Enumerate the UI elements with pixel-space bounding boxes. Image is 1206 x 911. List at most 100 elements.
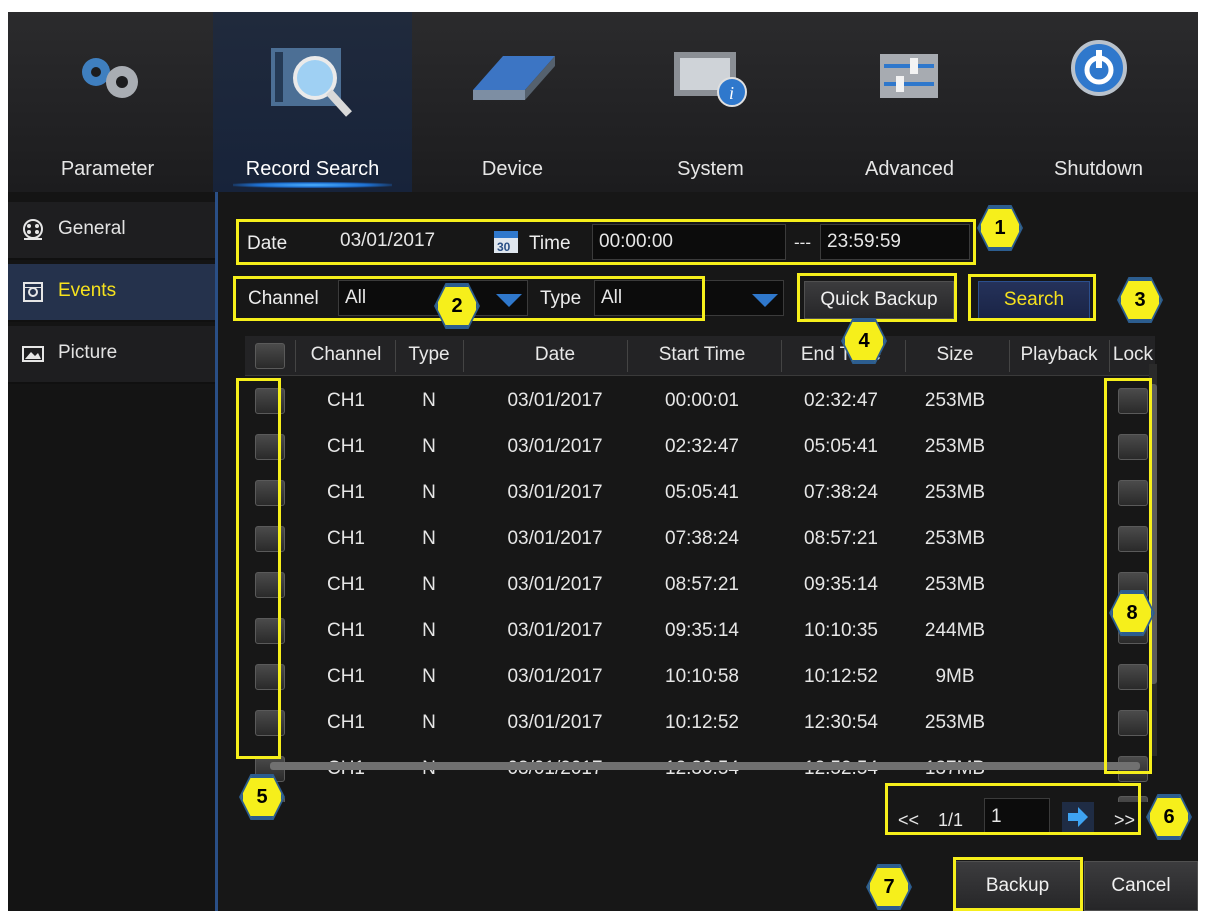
cell-size: 9MB bbox=[935, 666, 975, 687]
highlight-box-lock-column bbox=[1104, 378, 1152, 774]
cell-type: N bbox=[422, 528, 436, 549]
header-date[interactable]: Date bbox=[465, 344, 645, 366]
column-divider bbox=[395, 340, 396, 372]
playback-cell[interactable] bbox=[1009, 566, 1109, 604]
column-divider bbox=[463, 340, 464, 372]
sidebar-item-general[interactable]: General bbox=[8, 202, 218, 260]
tab-device[interactable]: Device bbox=[413, 12, 612, 192]
sidebar-item-events[interactable]: Events bbox=[8, 264, 218, 322]
header-size[interactable]: Size bbox=[905, 344, 1005, 366]
playback-cell[interactable] bbox=[1009, 428, 1109, 466]
cell-start-time: 07:38:24 bbox=[665, 528, 739, 549]
header-channel[interactable]: Channel bbox=[299, 344, 393, 366]
cell-end-time: 08:57:21 bbox=[804, 528, 878, 549]
cell-type: N bbox=[422, 436, 436, 457]
film-reel-icon bbox=[23, 219, 43, 240]
sliders-icon bbox=[879, 54, 938, 98]
cell-size: 253MB bbox=[924, 712, 986, 733]
table-row[interactable]: CH1 N 03/01/2017 10:10:58 10:12:52 9MB bbox=[245, 654, 1155, 700]
power-icon bbox=[1070, 40, 1127, 96]
header-playback[interactable]: Playback bbox=[1009, 344, 1109, 366]
cell-start-time: 09:35:14 bbox=[665, 620, 739, 641]
tab-advanced[interactable]: Advanced bbox=[810, 12, 1009, 192]
cell-end-time: 02:32:47 bbox=[804, 390, 878, 411]
table-header: Channel Type Date Start Time End Time Si… bbox=[245, 336, 1155, 376]
cell-start-time: 00:00:01 bbox=[665, 390, 739, 411]
header-type[interactable]: Type bbox=[397, 344, 461, 366]
playback-cell[interactable] bbox=[1009, 658, 1109, 696]
table-row[interactable]: CH1 N 03/01/2017 02:32:47 05:05:41 253MB bbox=[245, 424, 1155, 470]
tab-label: Parameter bbox=[60, 158, 155, 180]
cell-channel: CH1 bbox=[326, 666, 365, 687]
cell-start-time: 10:12:52 bbox=[665, 712, 739, 733]
picture-icon bbox=[22, 346, 44, 362]
cell-date: 03/01/2017 bbox=[507, 482, 603, 503]
cell-end-time: 07:38:24 bbox=[804, 482, 878, 503]
table-row[interactable]: CH1 N 03/01/2017 10:12:52 12:30:54 253MB bbox=[245, 700, 1155, 746]
cell-start-time: 10:10:58 bbox=[665, 666, 739, 687]
select-all-checkbox[interactable] bbox=[255, 343, 285, 369]
top-navigation: Parameter Record Search Device i System … bbox=[8, 12, 1198, 192]
gears-icon bbox=[81, 58, 138, 98]
tab-label: Advanced bbox=[865, 158, 954, 180]
tab-label: Record Search bbox=[245, 158, 380, 180]
sidebar-item-label: General bbox=[58, 218, 126, 239]
header-lock[interactable]: Lock bbox=[1111, 344, 1155, 366]
cell-date: 03/01/2017 bbox=[507, 574, 603, 595]
tab-label: Shutdown bbox=[1054, 158, 1143, 180]
cell-channel: CH1 bbox=[326, 574, 365, 595]
tab-label: Device bbox=[481, 158, 544, 180]
cell-date: 03/01/2017 bbox=[507, 390, 603, 411]
chevron-down-icon[interactable] bbox=[752, 294, 778, 307]
hard-drive-icon bbox=[472, 56, 555, 100]
table-row[interactable]: CH1 N 03/01/2017 08:57:21 09:35:14 253MB bbox=[245, 562, 1155, 608]
cell-size: 253MB bbox=[924, 574, 986, 595]
cell-end-time: 09:35:14 bbox=[804, 574, 878, 595]
cell-size: 253MB bbox=[924, 390, 986, 411]
cell-channel: CH1 bbox=[326, 620, 365, 641]
tab-parameter[interactable]: Parameter bbox=[8, 12, 207, 192]
tab-shutdown[interactable]: Shutdown bbox=[999, 12, 1198, 192]
cell-channel: CH1 bbox=[326, 390, 365, 411]
cancel-button[interactable]: Cancel bbox=[1084, 861, 1198, 911]
highlight-box-checkbox-column bbox=[236, 378, 281, 759]
cell-channel: CH1 bbox=[326, 712, 365, 733]
sidebar: General Events Picture bbox=[8, 192, 218, 911]
cell-date: 03/01/2017 bbox=[507, 666, 603, 687]
table-row[interactable]: CH1 N 03/01/2017 07:38:24 08:57:21 253MB bbox=[245, 516, 1155, 562]
events-table: Channel Type Date Start Time End Time Si… bbox=[245, 336, 1155, 802]
highlight-box-date-time bbox=[236, 219, 976, 265]
cell-date: 03/01/2017 bbox=[507, 620, 603, 641]
sidebar-item-label: Picture bbox=[58, 342, 118, 363]
horizontal-scrollbar[interactable] bbox=[270, 762, 1140, 770]
cell-size: 253MB bbox=[924, 482, 986, 503]
column-divider bbox=[295, 340, 296, 372]
tab-system[interactable]: i System bbox=[611, 12, 810, 192]
cell-end-time: 05:05:41 bbox=[804, 436, 878, 457]
cell-start-time: 02:32:47 bbox=[665, 436, 739, 457]
cell-type: N bbox=[422, 620, 436, 641]
cell-size: 253MB bbox=[924, 436, 986, 457]
dvr-window: Parameter Record Search Device i System … bbox=[8, 12, 1198, 911]
tab-record-search[interactable]: Record Search bbox=[213, 12, 412, 192]
cell-date: 03/01/2017 bbox=[507, 436, 603, 457]
cell-type: N bbox=[422, 666, 436, 687]
cell-start-time: 05:05:41 bbox=[665, 482, 739, 503]
cell-channel: CH1 bbox=[326, 436, 365, 457]
playback-cell[interactable] bbox=[1009, 382, 1109, 420]
sidebar-item-label: Events bbox=[58, 280, 117, 301]
highlight-box-search bbox=[968, 274, 1096, 321]
highlight-box-backup bbox=[953, 857, 1083, 911]
playback-cell[interactable] bbox=[1009, 520, 1109, 558]
header-start-time[interactable]: Start Time bbox=[627, 344, 777, 366]
sidebar-item-picture[interactable]: Picture bbox=[8, 326, 218, 384]
cell-size: 244MB bbox=[924, 620, 986, 641]
playback-cell[interactable] bbox=[1009, 704, 1109, 742]
table-row[interactable]: CH1 N 03/01/2017 09:35:14 10:10:35 244MB bbox=[245, 608, 1155, 654]
playback-cell[interactable] bbox=[1009, 474, 1109, 512]
tab-label: System bbox=[677, 158, 744, 180]
playback-cell[interactable] bbox=[1009, 612, 1109, 650]
table-row[interactable]: CH1 N 03/01/2017 00:00:01 02:32:47 253MB bbox=[245, 378, 1155, 424]
cell-type: N bbox=[422, 712, 436, 733]
table-row[interactable]: CH1 N 03/01/2017 05:05:41 07:38:24 253MB bbox=[245, 470, 1155, 516]
